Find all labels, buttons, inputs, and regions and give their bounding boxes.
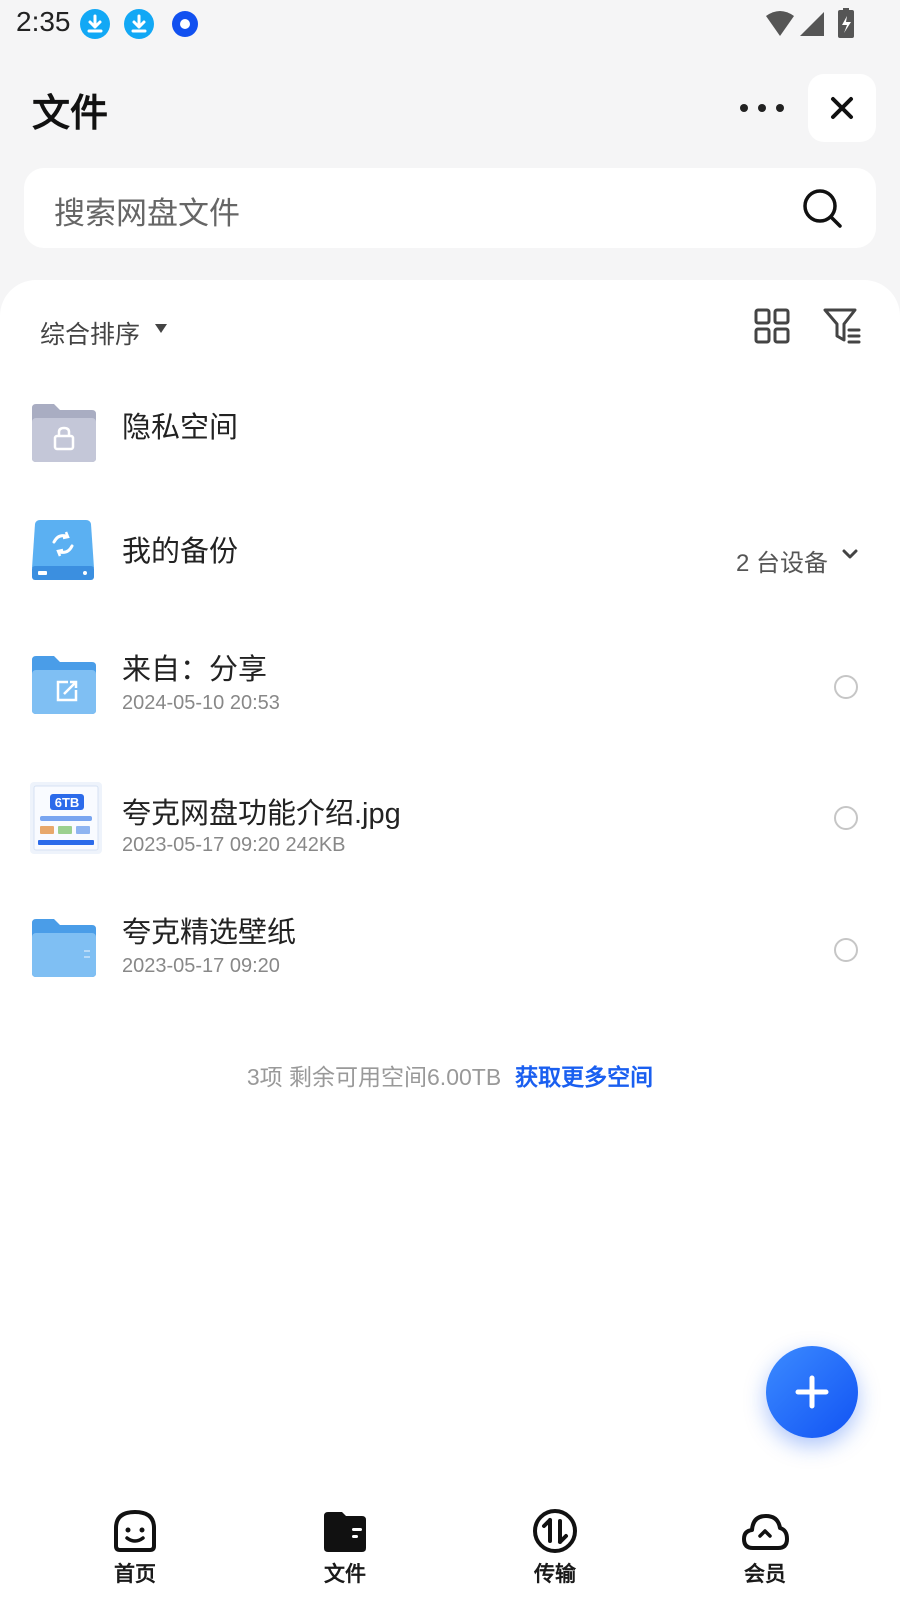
wifi-icon [766,11,794,36]
file-name: 夸克精选壁纸 [122,917,297,949]
add-button[interactable] [766,1346,858,1438]
status-time: 2:35 [16,6,71,37]
search-placeholder: 搜索网盘文件 [54,196,240,231]
filter-icon[interactable] [822,306,862,346]
backup-drive-icon [32,520,94,580]
close-icon [831,97,853,119]
storage-summary: 3项 剩余可用空间6.00TB 获取更多空间 [0,1058,900,1092]
select-radio[interactable] [834,938,858,962]
grid-view-icon[interactable] [754,308,790,344]
image-thumbnail: 6TB [30,782,102,854]
thumb-text: 6TB [55,795,80,810]
app-notification-icon [172,11,198,37]
file-name: 夸克网盘功能介绍.jpg [122,798,401,830]
file-name: 我的备份 [122,536,239,568]
file-name: 隐私空间 [122,412,239,444]
nav-label: 文件 [324,1563,366,1586]
nav-transfer[interactable]: 传输 [485,1506,625,1588]
nav-label: 会员 [744,1563,786,1586]
folder-icon [324,1512,366,1552]
more-dots-icon [740,104,784,112]
nav-label: 首页 [114,1563,156,1586]
more-options-button[interactable] [734,90,790,126]
plus-icon [795,1375,829,1409]
list-item-image[interactable]: 6TB 夸克网盘功能介绍.jpg 2023-05-17 09:20 242KB [0,762,900,872]
storage-summary-text: 3项 剩余可用空间6.00TB [246,1064,502,1090]
system-status-icons [764,8,860,40]
status-bar: 2:35 [0,0,900,50]
sort-dropdown[interactable]: 综合排序 [40,315,167,355]
chevron-down-icon[interactable] [842,548,858,560]
search-icon[interactable] [800,186,844,230]
nav-files[interactable]: 文件 [275,1506,415,1588]
smiley-home-icon [114,1509,156,1552]
select-radio[interactable] [834,806,858,830]
download-notification-icon-2 [124,9,154,39]
bottom-nav: 首页 文件 传输 会员 [0,1490,900,1600]
sort-label: 综合排序 [40,321,141,349]
shared-folder-icon [32,656,96,714]
file-meta: 2023-05-17 09:20 [122,955,280,977]
list-item-wallpaper[interactable]: 夸克精选壁纸 2023-05-17 09:20 [0,893,900,1003]
download-notification-icon [80,9,110,39]
file-meta: 2024-05-10 20:53 [122,692,280,714]
file-meta: 2023-05-17 09:20 242KB [122,834,346,856]
page-title: 文件 [32,93,109,135]
sort-arrow-icon [155,324,167,333]
list-item-shared[interactable]: 来自：分享 2024-05-10 20:53 [0,630,900,740]
file-name: 来自：分享 [122,654,268,686]
signal-icon [800,12,824,36]
device-count[interactable]: 2 台设备 [736,543,828,578]
battery-icon [838,8,854,38]
folder-icon [32,919,96,977]
transfer-icon [533,1509,577,1553]
list-item-private-space[interactable]: 隐私空间 [0,380,900,490]
nav-home[interactable]: 首页 [65,1506,205,1588]
select-radio[interactable] [834,675,858,699]
close-button[interactable] [808,74,876,142]
search-input[interactable]: 搜索网盘文件 [24,168,876,248]
private-folder-icon [32,404,96,462]
nav-label: 传输 [534,1563,576,1586]
get-more-space-link[interactable]: 获取更多空间 [515,1064,653,1090]
cloud-icon [742,1514,789,1550]
nav-member[interactable]: 会员 [695,1506,835,1588]
